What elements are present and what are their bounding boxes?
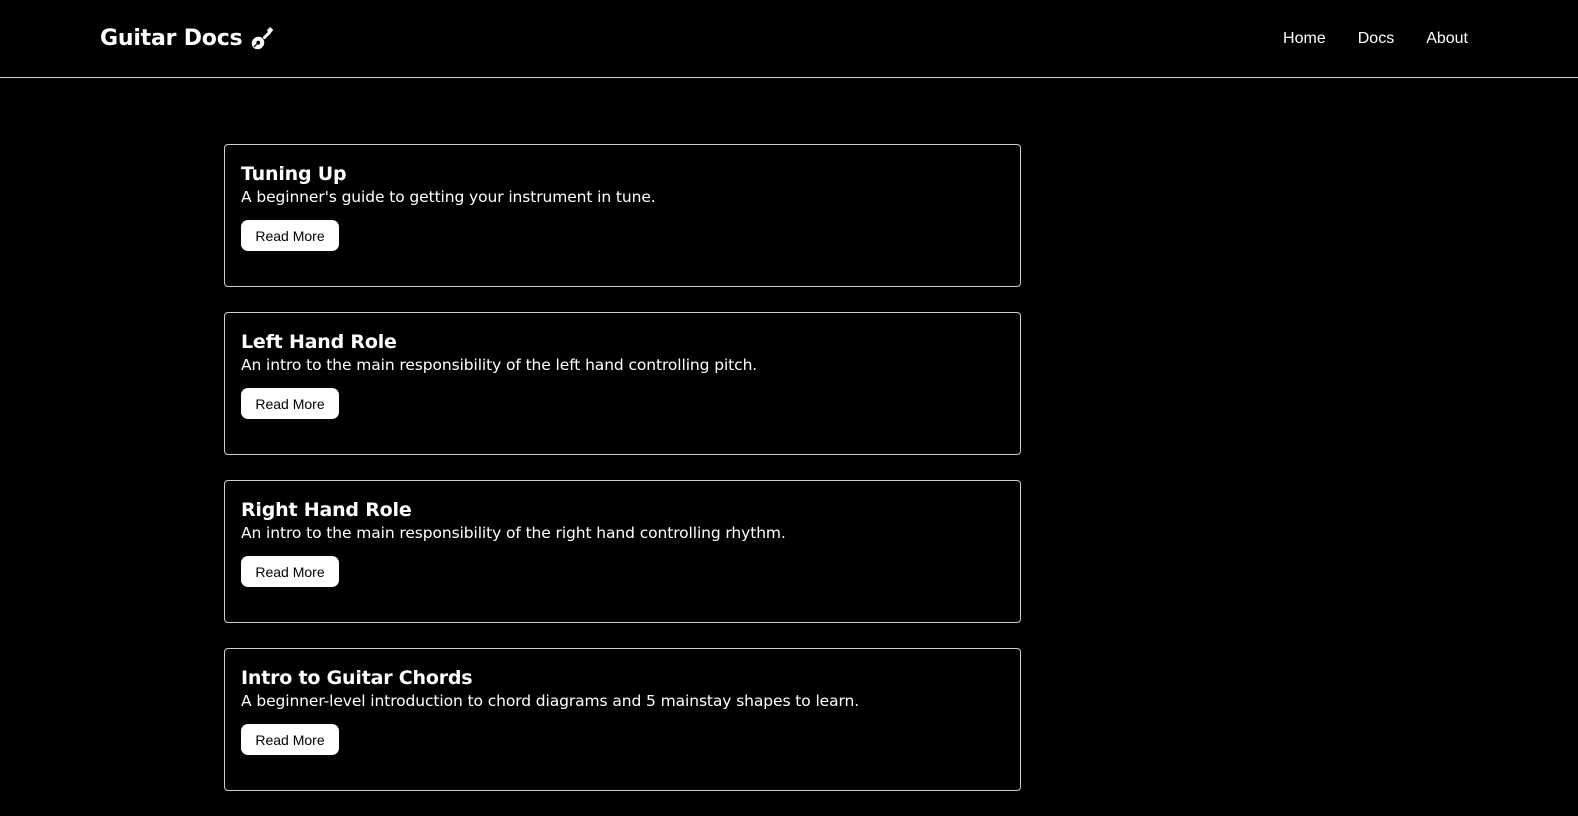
nav-link-about[interactable]: About [1426, 30, 1468, 48]
card-description: An intro to the main responsibility of t… [241, 524, 786, 542]
card-title: Right Hand Role [241, 499, 412, 521]
navbar: Guitar Docs Home Docs About [0, 0, 1578, 78]
read-more-button[interactable]: Read More [241, 724, 339, 755]
nav-links: Home Docs About [1283, 30, 1468, 48]
card-description: A beginner's guide to getting your instr… [241, 188, 656, 206]
doc-card-tuning-up: Tuning Up A beginner's guide to getting … [224, 144, 1021, 287]
card-description: A beginner-level introduction to chord d… [241, 692, 860, 710]
card-title: Tuning Up [241, 163, 347, 185]
card-title: Left Hand Role [241, 331, 397, 353]
doc-card-left-hand-role: Left Hand Role An intro to the main resp… [224, 312, 1021, 455]
guitar-icon [250, 26, 274, 51]
read-more-button[interactable]: Read More [241, 220, 339, 251]
card-title: Intro to Guitar Chords [241, 667, 473, 689]
nav-link-docs[interactable]: Docs [1358, 30, 1394, 48]
doc-card-right-hand-role: Right Hand Role An intro to the main res… [224, 480, 1021, 623]
brand-link[interactable]: Guitar Docs [100, 26, 274, 51]
brand-title: Guitar Docs [100, 26, 243, 51]
read-more-button[interactable]: Read More [241, 388, 339, 419]
card-description: An intro to the main responsibility of t… [241, 356, 758, 374]
nav-link-home[interactable]: Home [1283, 30, 1326, 48]
doc-card-intro-to-guitar-chords: Intro to Guitar Chords A beginner-level … [224, 648, 1021, 791]
doc-card-list: Tuning Up A beginner's guide to getting … [224, 144, 1021, 816]
read-more-button[interactable]: Read More [241, 556, 339, 587]
